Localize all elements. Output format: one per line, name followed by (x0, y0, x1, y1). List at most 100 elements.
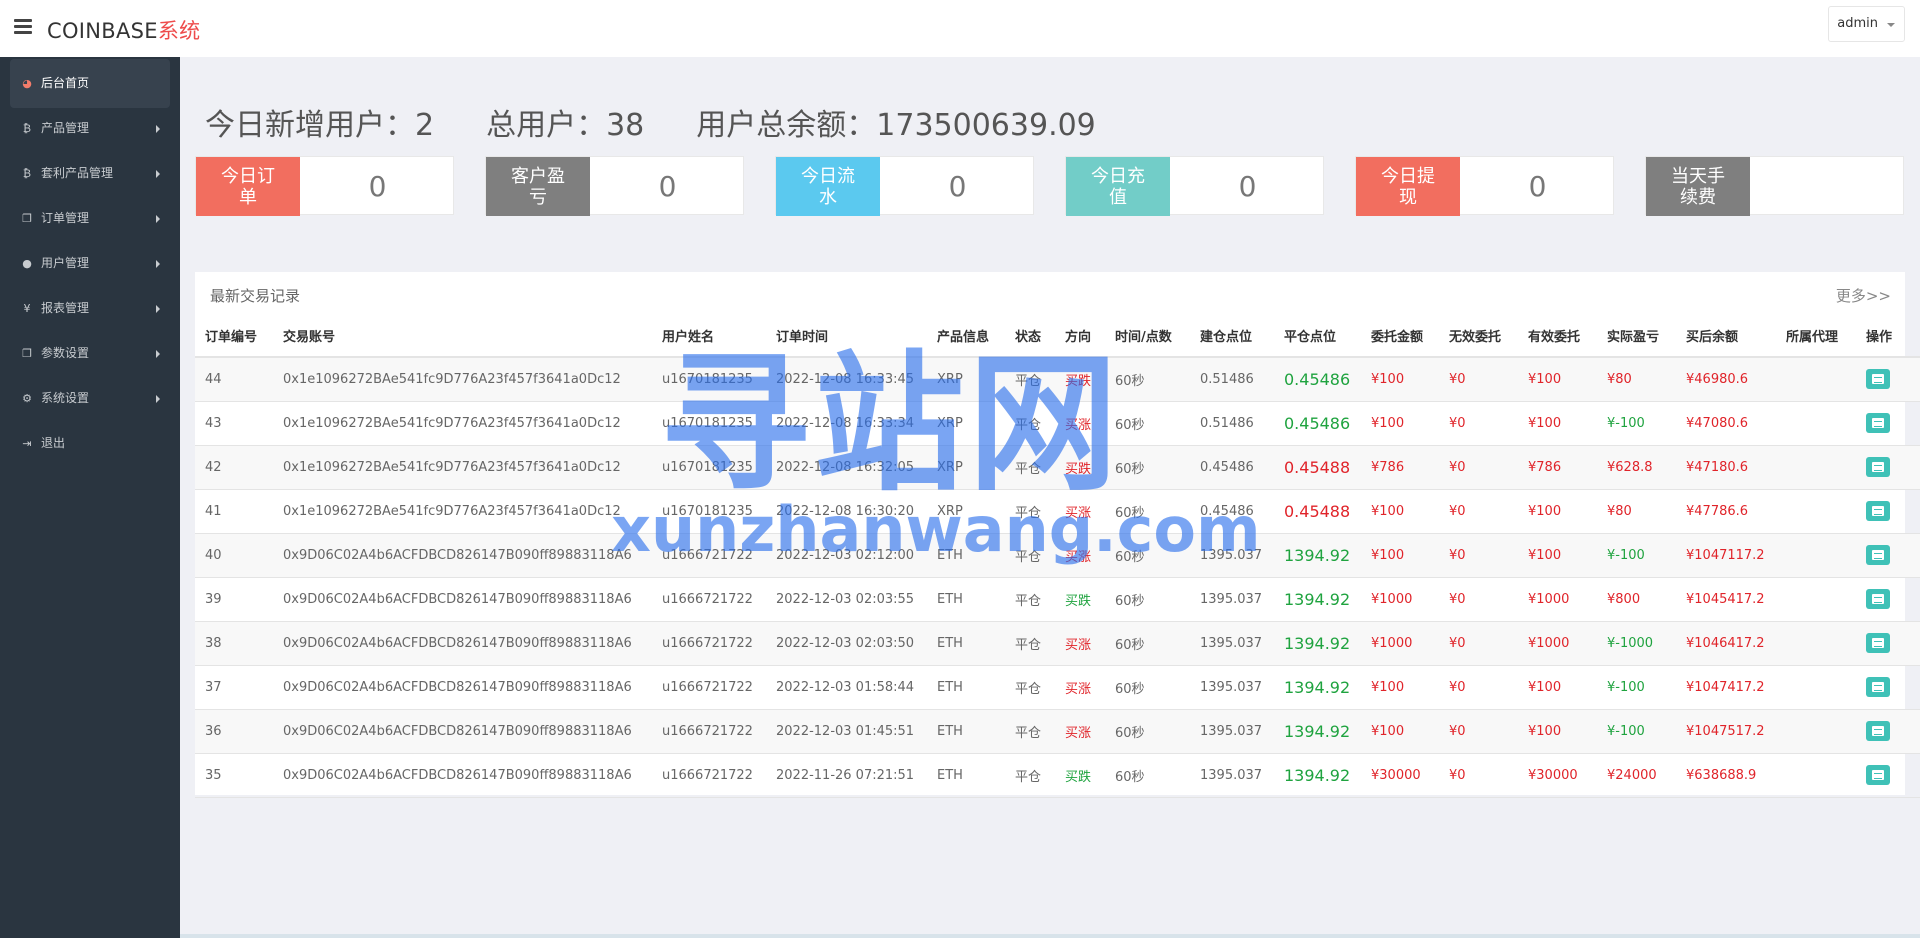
sidebar-item-3[interactable]: ❐ 订单管理 (10, 194, 170, 243)
cell-close: 0.45486 (1274, 357, 1361, 402)
bitcoin-icon: ₿ (22, 122, 32, 135)
yen-icon: ¥ (23, 302, 31, 315)
cell-amount: ¥1000 (1361, 621, 1439, 666)
cell-time: 2022-11-26 07:21:51 (766, 753, 927, 798)
total-balance: 用户总余额：173500639.09 (696, 108, 1096, 143)
cell-pnl: ¥-100 (1597, 401, 1676, 446)
caret-down-icon (1887, 23, 1895, 27)
cell-status: 平仓 (1005, 533, 1055, 578)
view-detail-icon[interactable] (1866, 457, 1890, 477)
cell-actions (1856, 577, 1920, 622)
view-detail-icon[interactable] (1866, 721, 1890, 741)
cell-product: XRP (927, 445, 1005, 490)
cell-valid: ¥100 (1518, 401, 1597, 446)
cell-actions (1856, 709, 1920, 754)
table-row: 42 0x1e1096272BAe541fc9D776A23f457f3641a0… (195, 445, 1920, 490)
cell-period: 60秒 (1105, 401, 1190, 446)
sidebar-item-2[interactable]: ₿ 套利产品管理 (10, 149, 170, 198)
cell-status: 平仓 (1005, 665, 1055, 710)
table-header-row: 订单编号 交易账号 用户姓名 订单时间 产品信息 状态 方向 时间/点数 建仓点位 平仓点位 委托金… (195, 315, 1920, 358)
cell-valid: ¥100 (1518, 665, 1597, 710)
cell-actions (1856, 357, 1920, 402)
cell-user: u1666721722 (652, 533, 766, 578)
cell-amount: ¥786 (1361, 445, 1439, 490)
view-detail-icon[interactable] (1866, 633, 1890, 653)
chevron-right-icon (156, 350, 160, 358)
stat-card-label: 今日提现 (1356, 157, 1460, 216)
column-header: 有效委托 (1518, 315, 1597, 358)
sidebar-item-4[interactable]: ● 用户管理 (10, 239, 170, 288)
stat-card-label: 今日订单 (196, 157, 300, 216)
table-row: 35 0x9D06C02A4b6ACFDBCD826147B090ff898831… (195, 753, 1920, 798)
column-header: 状态 (1005, 315, 1055, 358)
view-detail-icon[interactable] (1866, 501, 1890, 521)
cell-product: XRP (927, 357, 1005, 402)
brand-logo[interactable]: COINBASE系统 (47, 15, 200, 45)
view-detail-icon[interactable] (1866, 545, 1890, 565)
cell-product: ETH (927, 753, 1005, 798)
cell-actions (1856, 665, 1920, 710)
sidebar-item-8[interactable]: ⇥ 退出 (10, 419, 170, 468)
dashboard-icon: ◕ (22, 77, 32, 90)
cell-direction: 买涨 (1055, 709, 1105, 754)
cell-user: u1666721722 (652, 621, 766, 666)
cell-amount: ¥1000 (1361, 577, 1439, 622)
cell-amount: ¥100 (1361, 357, 1439, 402)
cell-balance: ¥47786.6 (1676, 489, 1776, 534)
cell-invalid: ¥0 (1439, 357, 1518, 402)
sidebar-item-1[interactable]: ₿ 产品管理 (10, 104, 170, 153)
cell-pnl: ¥24000 (1597, 753, 1676, 798)
cell-close: 1394.92 (1274, 577, 1361, 622)
view-detail-icon[interactable] (1866, 677, 1890, 697)
sidebar-item-label: 退出 (41, 436, 66, 450)
cell-period: 60秒 (1105, 357, 1190, 402)
column-header: 操作 (1856, 315, 1920, 358)
stat-card-value (1750, 157, 1905, 216)
sidebar-item-5[interactable]: ¥ 报表管理 (10, 284, 170, 333)
cell-open: 1395.037 (1190, 665, 1274, 710)
stat-card-value: 0 (368, 170, 387, 203)
cell-time: 2022-12-03 01:45:51 (766, 709, 927, 754)
more-link[interactable]: 更多>> (1836, 285, 1891, 306)
cell-agent (1776, 753, 1856, 798)
table-row: 39 0x9D06C02A4b6ACFDBCD826147B090ff898831… (195, 577, 1920, 622)
view-detail-icon[interactable] (1866, 413, 1890, 433)
cell-open: 1395.037 (1190, 621, 1274, 666)
cell-time: 2022-12-03 02:12:00 (766, 533, 927, 578)
cell-id: 44 (195, 357, 273, 402)
cell-amount: ¥30000 (1361, 753, 1439, 798)
column-header: 所属代理 (1776, 315, 1856, 358)
cell-user: u1670181235 (652, 357, 766, 402)
cell-period: 60秒 (1105, 621, 1190, 666)
view-detail-icon[interactable] (1866, 765, 1890, 785)
cell-id: 43 (195, 401, 273, 446)
column-header: 实际盈亏 (1597, 315, 1676, 358)
sidebar-item-6[interactable]: ❐ 参数设置 (10, 329, 170, 378)
stat-card-value: 0 (1528, 170, 1547, 203)
cell-balance: ¥1045417.2 (1676, 577, 1776, 622)
cell-status: 平仓 (1005, 489, 1055, 534)
cell-id: 42 (195, 445, 273, 490)
cell-close: 1394.92 (1274, 753, 1361, 798)
cell-id: 40 (195, 533, 273, 578)
menu-toggle-icon[interactable] (14, 19, 32, 35)
sidebar-item-7[interactable]: ⚙ 系统设置 (10, 374, 170, 423)
view-detail-icon[interactable] (1866, 369, 1890, 390)
sidebar-item-0[interactable]: ◕ 后台首页 (10, 59, 170, 108)
cell-pnl: ¥-100 (1597, 709, 1676, 754)
cell-balance: ¥1046417.2 (1676, 621, 1776, 666)
cell-pnl: ¥-100 (1597, 665, 1676, 710)
cell-account: 0x1e1096272BAe541fc9D776A23f457f3641a0Dc… (273, 401, 652, 446)
user-dropdown[interactable]: admin (1828, 6, 1905, 42)
column-header: 订单编号 (195, 315, 273, 358)
column-header: 方向 (1055, 315, 1105, 358)
cell-open: 0.51486 (1190, 401, 1274, 446)
sidebar-item-label: 系统设置 (41, 391, 90, 405)
cell-valid: ¥30000 (1518, 753, 1597, 798)
cell-open: 1395.037 (1190, 533, 1274, 578)
view-detail-icon[interactable] (1866, 589, 1890, 609)
cell-user: u1666721722 (652, 709, 766, 754)
stat-card-value: 0 (1238, 170, 1257, 203)
cell-amount: ¥100 (1361, 533, 1439, 578)
top-header: COINBASE系统 admin (0, 0, 1920, 57)
